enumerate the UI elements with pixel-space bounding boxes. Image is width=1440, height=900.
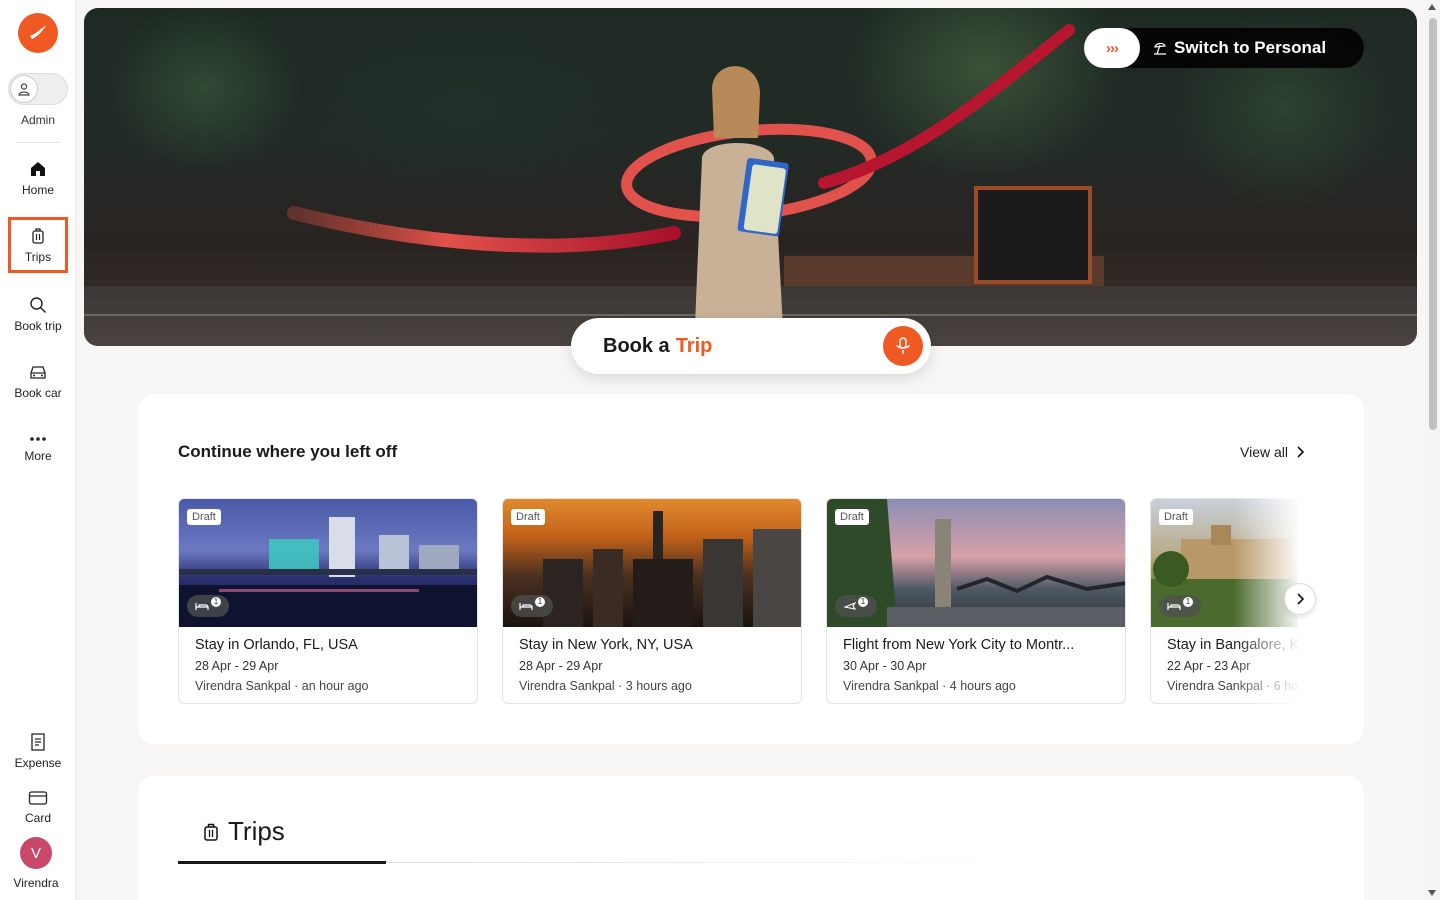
bed-icon (1167, 603, 1181, 610)
sidebar-item-expense[interactable]: Expense (8, 723, 68, 779)
sidebar-item-label: Book trip (14, 318, 62, 333)
trip-card-image: Draft 1 (503, 499, 801, 627)
trip-card-image: Draft 1 (179, 499, 477, 627)
draft-badge: Draft (1159, 509, 1193, 525)
item-count: 1 (535, 597, 545, 607)
trip-card-title: Flight from New York City to Montr... (843, 637, 1075, 653)
plane-icon (844, 602, 856, 610)
bed-icon (195, 603, 209, 610)
draft-badge: Draft (835, 509, 869, 525)
sidebar-item-label: Expense (14, 755, 62, 770)
item-count: 1 (211, 597, 221, 607)
chevron-right-icon (1297, 446, 1304, 458)
item-count: 1 (858, 597, 868, 607)
trip-cards-carousel: Draft 1 Stay in Orlando, FL, USA 28 Apr … (178, 498, 1298, 704)
trip-card-meta: Virendra Sankpal · 4 hours ago (843, 679, 1016, 693)
chevrons-right-icon: ››› (1084, 28, 1140, 68)
trip-card-title: Stay in Bangalore, K (1167, 637, 1298, 653)
trips-section: Trips (138, 776, 1364, 900)
trip-card-image: Draft 1 (827, 499, 1125, 627)
search-icon (30, 296, 47, 313)
view-all-label: View all (1240, 444, 1288, 460)
sidebar-item-trips[interactable]: Trips (8, 217, 68, 273)
sidebar-item-more[interactable]: More (8, 420, 68, 476)
switch-to-personal-button[interactable]: ››› Switch to Personal (1084, 28, 1364, 68)
microphone-icon (896, 337, 910, 354)
credit-card-icon (28, 790, 48, 805)
user-icon (10, 75, 38, 103)
trip-card-dates: 30 Apr - 30 Apr (843, 659, 927, 673)
book-prefix: Book a (603, 334, 670, 357)
home-icon (31, 161, 45, 176)
user-name: Virendra (13, 876, 59, 890)
car-icon (30, 365, 46, 379)
luggage-icon (204, 823, 218, 841)
trip-card-title: Stay in Orlando, FL, USA (195, 637, 358, 653)
section-title: Continue where you left off (178, 442, 398, 461)
page-scrollbar[interactable] (1425, 0, 1440, 900)
scroll-up-arrow-icon[interactable] (1428, 4, 1436, 10)
sidebar-item-book-trip[interactable]: Book trip (8, 286, 68, 342)
trip-card-title: Stay in New York, NY, USA (519, 637, 693, 653)
brand-logo[interactable] (18, 13, 58, 53)
carousel-next-button[interactable] (1284, 583, 1316, 615)
book-a-trip-bar[interactable]: Book a Trip (571, 318, 931, 374)
trip-card[interactable]: Draft 1 Flight from New York City to Mon… (826, 498, 1126, 704)
trip-card-dates: 28 Apr - 29 Apr (519, 659, 603, 673)
view-all-link[interactable]: View all (1240, 444, 1304, 460)
luggage-icon (32, 227, 44, 244)
trip-card-dates: 22 Apr - 23 Apr (1167, 659, 1251, 673)
draft-badge: Draft (187, 509, 221, 525)
sidebar-item-label: Home (21, 182, 54, 197)
sidebar-item-label: Trips (24, 249, 52, 264)
avatar[interactable]: V (20, 837, 52, 869)
trip-card-image: Draft 1 (1151, 499, 1298, 627)
trip-card[interactable]: Draft 1 Stay in Bangalore, K 22 Apr - 23… (1150, 498, 1298, 704)
book-accent: Trip (675, 334, 713, 357)
sidebar-item-home[interactable]: Home (8, 150, 68, 206)
chevron-right-icon (1297, 593, 1304, 605)
hero-person-image (694, 66, 789, 346)
more-icon (30, 436, 46, 441)
trip-card-meta: Virendra Sankpal · an hour ago (195, 679, 369, 693)
admin-toggle[interactable] (8, 73, 68, 105)
hotel-type-badge: 1 (511, 595, 553, 617)
trip-card-meta: Virendra Sankpal · 6 ho (1167, 679, 1298, 693)
flight-type-badge: 1 (835, 595, 877, 617)
sidebar-item-book-car[interactable]: Book car (8, 353, 68, 409)
sidebar: Admin Home Trips Book trip Book car More… (0, 0, 76, 900)
draft-badge: Draft (511, 509, 545, 525)
scrollbar-thumb[interactable] (1429, 18, 1437, 430)
sidebar-item-card[interactable]: Card (8, 779, 68, 835)
plane-logo-icon (30, 25, 46, 39)
sidebar-item-label: Book car (14, 385, 62, 400)
scroll-down-arrow-icon[interactable] (1428, 890, 1436, 896)
sidebar-item-label: More (24, 448, 52, 463)
hotel-type-badge: 1 (1159, 595, 1201, 617)
hotel-type-badge: 1 (187, 595, 229, 617)
tab-track (386, 862, 1046, 863)
item-count: 1 (1183, 597, 1193, 607)
trip-card[interactable]: Draft 1 Stay in New York, NY, USA 28 Apr… (502, 498, 802, 704)
trip-card[interactable]: Draft 1 Stay in Orlando, FL, USA 28 Apr … (178, 498, 478, 704)
trip-card-dates: 28 Apr - 29 Apr (195, 659, 279, 673)
switch-label: Switch to Personal (1152, 38, 1326, 58)
switch-label-text: Switch to Personal (1174, 38, 1327, 57)
trip-card-meta: Virendra Sankpal · 3 hours ago (519, 679, 692, 693)
tab-active-indicator (178, 861, 386, 864)
hero-banner: ››› Switch to Personal (84, 8, 1417, 346)
voice-search-button[interactable] (883, 326, 923, 366)
beach-icon (1154, 42, 1166, 55)
tab-trips[interactable]: Trips (202, 816, 285, 847)
sidebar-item-label: Card (24, 810, 51, 825)
receipt-icon (31, 732, 45, 751)
bed-icon (519, 603, 533, 610)
admin-label: Admin (20, 113, 55, 127)
trips-title-text: Trips (228, 816, 285, 846)
sidebar-divider (16, 142, 60, 143)
continue-section: Continue where you left off View all Dra… (138, 394, 1364, 744)
